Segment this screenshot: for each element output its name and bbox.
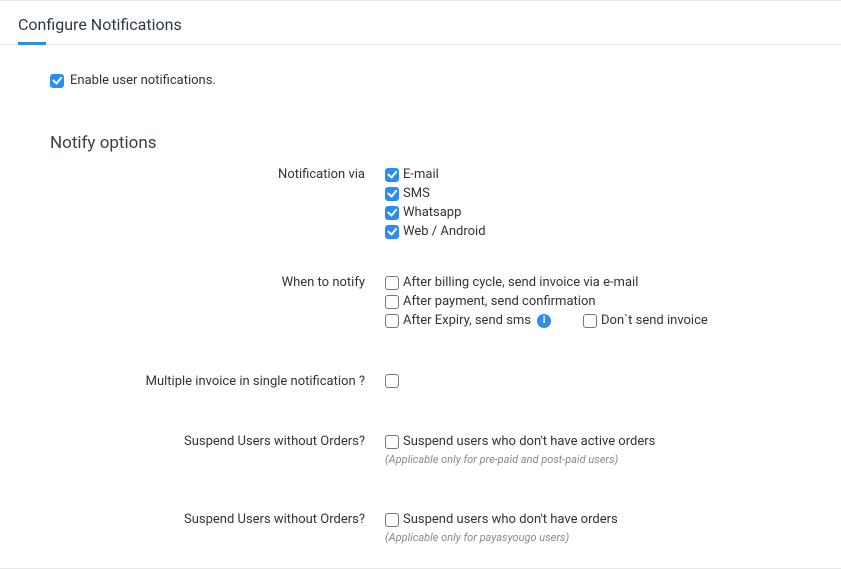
suspend-active-orders-label: Suspend Users without Orders? — [50, 432, 385, 449]
multiple-invoice-row: Multiple invoice in single notification … — [50, 372, 791, 392]
suspend-any-orders-checkbox[interactable] — [385, 513, 399, 527]
page-title: Configure Notifications — [18, 15, 823, 34]
multiple-invoice-label: Multiple invoice in single notification … — [50, 372, 385, 389]
notification-via-row: Notification via E-mail SMS Whatsapp Web… — [50, 165, 791, 243]
after-expiry-label[interactable]: After Expiry, send sms — [403, 313, 531, 328]
after-billing-label[interactable]: After billing cycle, send invoice via e-… — [403, 275, 638, 290]
via-web-android-checkbox[interactable] — [385, 225, 399, 239]
via-web-android-label[interactable]: Web / Android — [403, 224, 486, 239]
suspend-any-orders-label: Suspend Users without Orders? — [50, 510, 385, 527]
suspend-any-orders-hint: (Applicable only for payasyougo users) — [385, 531, 569, 544]
info-icon[interactable]: i — [537, 314, 551, 328]
suspend-any-orders-control: Suspend users who don't have orders (App… — [385, 510, 791, 548]
when-to-notify-options: After billing cycle, send invoice via e-… — [385, 273, 791, 332]
suspend-active-orders-checkbox[interactable] — [385, 435, 399, 449]
via-sms-checkbox[interactable] — [385, 187, 399, 201]
suspend-active-orders-row: Suspend Users without Orders? Suspend us… — [50, 432, 791, 470]
after-billing-checkbox[interactable] — [385, 276, 399, 290]
configure-notifications-panel: Configure Notifications Enable user noti… — [0, 0, 841, 569]
panel-body: Enable user notifications. Notify option… — [0, 45, 841, 548]
when-to-notify-row: When to notify After billing cycle, send… — [50, 273, 791, 332]
suspend-active-orders-control: Suspend users who don't have active orde… — [385, 432, 791, 470]
enable-notifications-checkbox[interactable] — [50, 74, 64, 88]
suspend-any-orders-option-label[interactable]: Suspend users who don't have orders — [403, 512, 618, 527]
after-payment-checkbox[interactable] — [385, 295, 399, 309]
via-email-label[interactable]: E-mail — [403, 167, 439, 182]
notification-via-options: E-mail SMS Whatsapp Web / Android — [385, 165, 791, 243]
multiple-invoice-checkbox[interactable] — [385, 374, 399, 388]
multiple-invoice-control — [385, 372, 791, 392]
via-whatsapp-checkbox[interactable] — [385, 206, 399, 220]
when-to-notify-label: When to notify — [50, 273, 385, 290]
dont-send-invoice-label[interactable]: Don`t send invoice — [601, 313, 708, 328]
notification-via-label: Notification via — [50, 165, 385, 182]
suspend-any-orders-row: Suspend Users without Orders? Suspend us… — [50, 510, 791, 548]
via-sms-label[interactable]: SMS — [403, 186, 430, 201]
enable-notifications-row: Enable user notifications. — [50, 73, 791, 88]
after-expiry-checkbox[interactable] — [385, 314, 399, 328]
panel-header: Configure Notifications — [0, 1, 841, 45]
via-whatsapp-label[interactable]: Whatsapp — [403, 205, 461, 220]
dont-send-invoice-checkbox[interactable] — [583, 314, 597, 328]
via-email-checkbox[interactable] — [385, 168, 399, 182]
suspend-active-orders-option-label[interactable]: Suspend users who don't have active orde… — [403, 434, 655, 449]
suspend-active-orders-hint: (Applicable only for pre-paid and post-p… — [385, 453, 618, 466]
enable-notifications-label[interactable]: Enable user notifications. — [70, 73, 216, 88]
after-payment-label[interactable]: After payment, send confirmation — [403, 294, 596, 309]
notify-options-heading: Notify options — [50, 133, 791, 153]
